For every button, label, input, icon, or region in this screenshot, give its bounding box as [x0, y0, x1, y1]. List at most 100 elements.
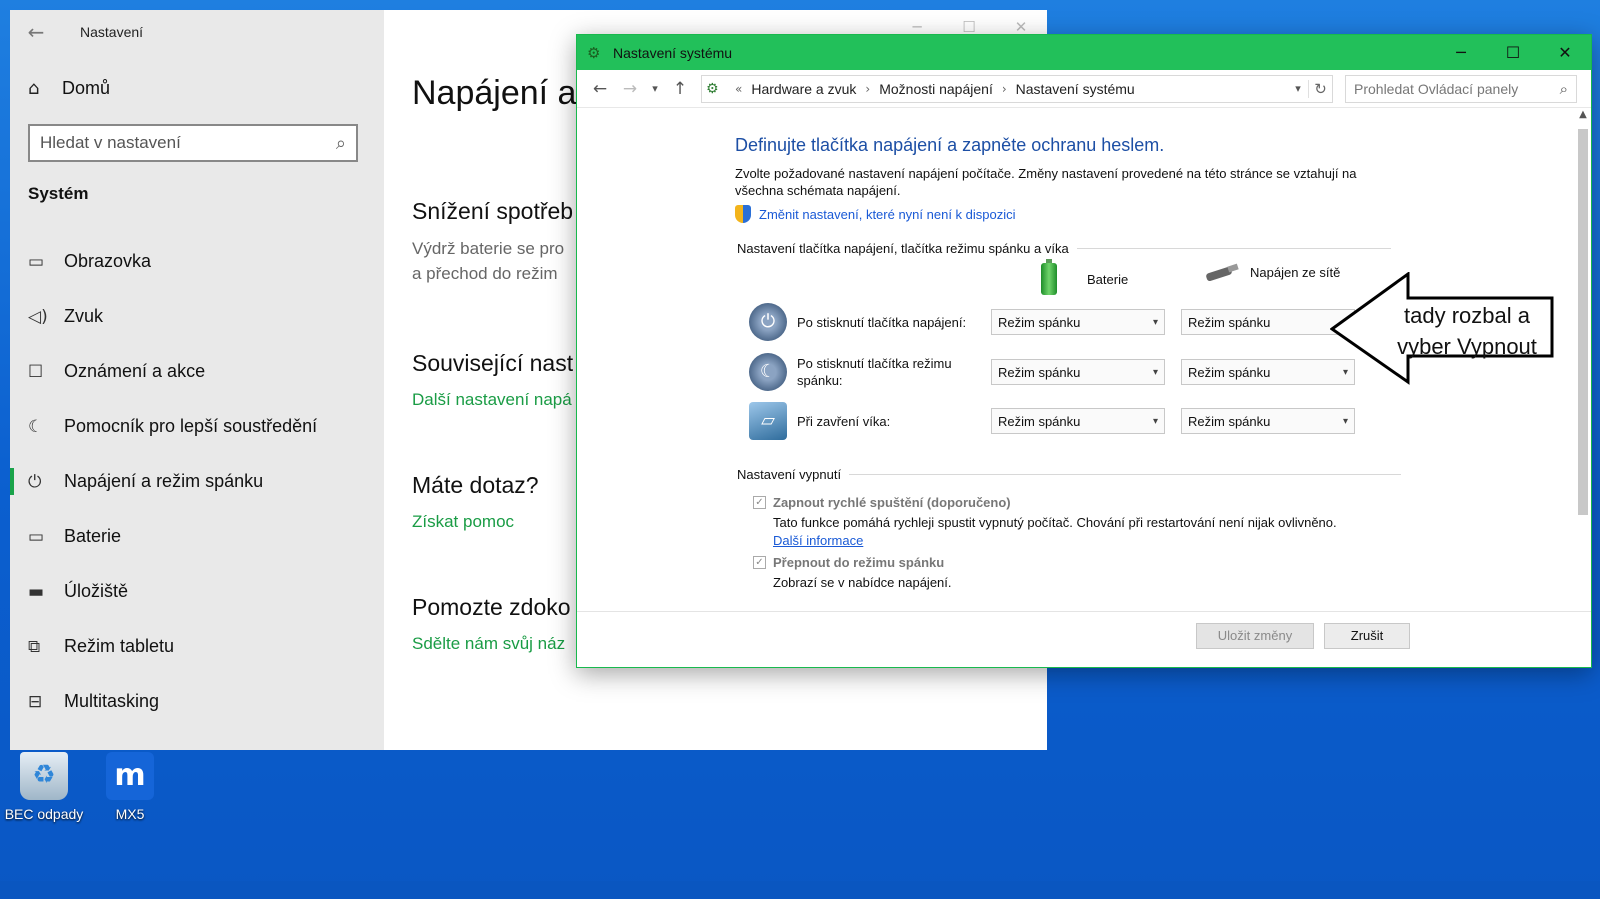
nav-item-label: Obrazovka: [64, 251, 152, 271]
change-link-label: Změnit nastavení, které nyní není k disp…: [759, 206, 1016, 222]
nav-item-label: Úložiště: [64, 581, 129, 601]
nav-item-label: Režim tabletu: [64, 636, 175, 656]
nav-item-display[interactable]: ▭ Obrazovka: [10, 234, 384, 289]
forward-arrow-icon[interactable]: →: [615, 79, 645, 99]
multitasking-icon: ⊟: [28, 691, 43, 712]
nav-item-label: Pomocník pro lepší soustředění: [64, 416, 318, 436]
recycle-bin-icon: [20, 752, 68, 800]
nav-item-tablet-mode[interactable]: ⧉ Režim tabletu: [10, 619, 384, 674]
nav-item-label: Zvuk: [64, 306, 104, 326]
chevron-right-icon: ›: [865, 81, 871, 96]
sleep-button-ac-select[interactable]: Režim spánku ▾: [1181, 359, 1355, 385]
nav-item-label: Baterie: [64, 526, 122, 546]
annotation-line-1: tady rozbal a: [1404, 303, 1530, 328]
question-title: Máte dotaz?: [412, 472, 539, 498]
nav-item-label: Oznámení a akce: [64, 361, 206, 381]
more-info-link[interactable]: Další informace: [773, 533, 863, 548]
get-help-link[interactable]: Získat pomoc: [412, 512, 514, 532]
power-icon: ⏻: [28, 471, 42, 492]
search-icon: ⌕: [1559, 79, 1568, 98]
column-ac-label: Napájen ze sítě: [1250, 264, 1341, 280]
nav-item-battery[interactable]: ▭ Baterie: [10, 509, 384, 564]
monitor-icon: ▭: [28, 251, 45, 272]
fast-startup-description: Tato funkce pomáhá rychleji spustit vypn…: [773, 515, 1337, 530]
cp-search-input[interactable]: Prohledat Ovládací panely ⌕: [1345, 74, 1577, 103]
nav-item-storage[interactable]: ▬ Úložiště: [10, 564, 384, 619]
cp-footer: Uložit změny Zrušit: [577, 611, 1591, 667]
nav-item-focus-assist[interactable]: ☾ Pomocník pro lepší soustředění: [10, 399, 384, 454]
nav-item-label: Multitasking: [64, 691, 160, 711]
scroll-thumb[interactable]: [1578, 129, 1588, 515]
select-value: Režim spánku: [998, 364, 1081, 380]
breadcrumb-item-system-settings[interactable]: Nastavení systému: [1016, 81, 1135, 97]
recent-locations-chevron-icon[interactable]: ▾: [645, 82, 665, 95]
nav-item-sound[interactable]: ◁) Zvuk: [10, 289, 384, 344]
group-buttons-header: Nastavení tlačítka napájení, tlačítka re…: [737, 241, 1391, 256]
nav-item-multitasking[interactable]: ⊟ Multitasking: [10, 674, 384, 729]
fast-startup-checkbox[interactable]: ✓ Zapnout rychlé spuštění (doporučeno): [753, 495, 1011, 510]
breadcrumb-item-power-options[interactable]: Možnosti napájení: [879, 81, 993, 97]
select-value: Režim spánku: [1188, 364, 1271, 380]
lid-close-battery-select[interactable]: Režim spánku ▾: [991, 408, 1165, 434]
minimize-icon[interactable]: ─: [1435, 35, 1487, 70]
uac-shield-icon: [735, 205, 751, 223]
row-sleep-button: ☾ Po stisknutí tlačítka režimu spánku: R…: [749, 353, 1371, 391]
chevron-down-icon[interactable]: ▾: [1288, 82, 1308, 95]
annotation-callout: tady rozbal a vyber Vypnout: [1330, 272, 1556, 386]
change-unavailable-settings-link[interactable]: Změnit nastavení, které nyní není k disp…: [735, 205, 1016, 223]
cp-titlebar: ⚙ Nastavení systému ─ ☐ ✕: [577, 35, 1591, 70]
sleep-button-icon: ☾: [749, 353, 787, 391]
page-title: Napájení a: [412, 74, 577, 112]
reduce-consumption-text-2: a přechod do režim: [412, 264, 558, 283]
desktop-icon-recycle-bin[interactable]: BEC odpady: [2, 752, 86, 822]
battery-icon: [1041, 259, 1057, 295]
save-changes-button[interactable]: Uložit změny: [1196, 623, 1314, 649]
power-button-icon: ⏻: [749, 303, 787, 341]
sleep-button-battery-select[interactable]: Režim spánku ▾: [991, 359, 1165, 385]
nav-item-notifications[interactable]: ☐ Oznámení a akce: [10, 344, 384, 399]
desktop-icon-label: BEC odpady: [4, 806, 84, 822]
storage-icon: ▬: [28, 581, 45, 602]
breadcrumb-item-hardware-sound[interactable]: Hardware a zvuk: [751, 81, 856, 97]
settings-sidebar: ← Nastavení ⌂ Domů Hledat v nastavení ⌕ …: [10, 10, 384, 750]
cp-heading: Definujte tlačítka napájení a zapněte oc…: [735, 135, 1165, 155]
maximize-icon[interactable]: ☐: [1487, 35, 1539, 70]
breadcrumb[interactable]: ⚙ « Hardware a zvuk › Možnosti napájení …: [701, 74, 1333, 103]
desktop-icon-mx5[interactable]: m MX5: [88, 752, 172, 822]
sleep-menu-checkbox[interactable]: ✓ Přepnout do režimu spánku: [753, 555, 944, 570]
settings-search-placeholder: Hledat v nastavení: [40, 133, 181, 152]
checkbox-label: Přepnout do režimu spánku: [773, 555, 945, 570]
row-label: Po stisknutí tlačítka napájení:: [797, 314, 967, 330]
checkbox-checked-icon: ✓: [753, 556, 766, 569]
battery-icon: ▭: [28, 526, 45, 547]
back-arrow-icon[interactable]: ←: [10, 20, 62, 44]
lid-close-ac-select[interactable]: Režim spánku ▾: [1181, 408, 1355, 434]
power-plug-icon: [1204, 263, 1238, 281]
control-panel-icon: ⚙: [706, 80, 719, 97]
scroll-up-icon[interactable]: ▲: [1575, 109, 1591, 125]
nav-item-power-sleep[interactable]: ⏻ Napájení a režim spánku: [10, 454, 384, 509]
close-icon[interactable]: ✕: [1539, 35, 1591, 70]
up-arrow-icon[interactable]: ↑: [665, 79, 695, 99]
additional-power-settings-link[interactable]: Další nastavení napá: [412, 390, 572, 410]
annotation-line-2: vyber Vypnout: [1397, 334, 1537, 359]
power-button-ac-select[interactable]: Režim spánku ▾: [1181, 309, 1355, 335]
cp-scrollbar[interactable]: ▲: [1575, 109, 1591, 609]
refresh-icon[interactable]: ↻: [1308, 79, 1332, 98]
nav-home-label: Domů: [62, 77, 111, 98]
power-button-battery-select[interactable]: Režim spánku ▾: [991, 309, 1165, 335]
select-value: Režim spánku: [998, 413, 1081, 429]
chevron-down-icon: ▾: [1152, 316, 1158, 328]
feedback-link[interactable]: Sdělte nám svůj náz: [412, 634, 565, 654]
select-value: Režim spánku: [1188, 314, 1271, 330]
chevron-down-icon: ▾: [1342, 415, 1348, 427]
taskbar-edge: [0, 881, 1600, 899]
breadcrumb-prefix[interactable]: «: [735, 82, 742, 96]
nav-home[interactable]: ⌂ Domů: [10, 66, 384, 110]
speaker-icon: ◁): [28, 306, 48, 327]
cancel-button[interactable]: Zrušit: [1324, 623, 1410, 649]
back-arrow-icon[interactable]: ←: [585, 79, 615, 99]
cp-description: Zvolte požadované nastavení napájení poč…: [735, 166, 1357, 198]
settings-search-input[interactable]: Hledat v nastavení ⌕: [28, 124, 358, 162]
control-panel-icon: ⚙: [587, 43, 601, 62]
